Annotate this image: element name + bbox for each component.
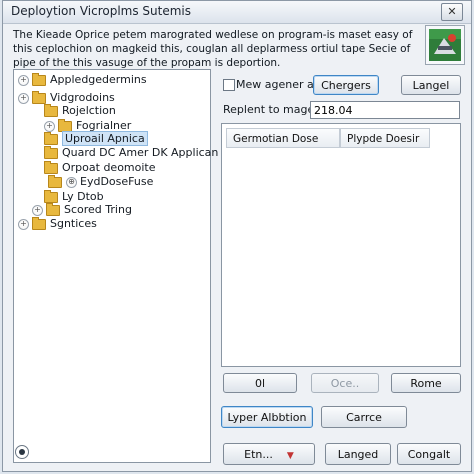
tree-item-label: Scored Tring — [64, 203, 132, 216]
expander-icon[interactable]: + — [18, 218, 29, 230]
component-tree[interactable]: + Appledgedermins + Vidgrodoins Rojelction… — [13, 69, 218, 463]
close-icon[interactable]: ✕ — [441, 3, 463, 21]
tree-item[interactable]: Rojelction — [44, 103, 116, 118]
title-bar: Deploytion Vicroplms Sutemis ✕ — [3, 1, 471, 24]
new-agent-checkbox[interactable] — [223, 79, 235, 91]
ocean-button[interactable]: Oce.. — [311, 373, 379, 393]
etn-dropdown[interactable]: Etn... ▼ — [223, 443, 315, 465]
folder-icon — [32, 90, 46, 104]
tree-item-label: EydDoseFuse — [80, 175, 154, 188]
new-agent-label: Mew agener aw — [236, 78, 323, 91]
folder-icon — [58, 118, 72, 132]
replent-input[interactable]: 218.04 — [310, 101, 460, 119]
rome-button[interactable]: Rome — [391, 373, 461, 393]
expander-icon[interactable]: ⊕ — [66, 176, 77, 188]
tree-item-label: Vidgrodoins — [50, 91, 115, 104]
tree-item-label: Quard DC Amer DK Applican — [62, 146, 219, 159]
option-radio[interactable] — [15, 445, 29, 459]
lyper-albbtion-button[interactable]: Lyper Albbtion — [221, 406, 313, 428]
folder-icon — [48, 174, 62, 188]
folder-icon — [44, 103, 58, 117]
tree-item-label: Appledgedermins — [50, 73, 147, 86]
tree-item-label: Uproail Apnica — [62, 131, 148, 146]
chevron-down-icon: ▼ — [286, 451, 294, 461]
tree-item-label: Rojelction — [62, 104, 116, 117]
deployment-window: Deploytion Vicroplms Sutemis ✕ The Kiead… — [2, 0, 472, 472]
folder-icon — [44, 160, 58, 174]
window-title: Deploytion Vicroplms Sutemis — [11, 4, 191, 18]
tree-item[interactable]: Orpoat deomoite — [44, 160, 156, 175]
app-logo-icon — [425, 25, 465, 65]
expander-icon[interactable]: + — [44, 120, 55, 132]
tree-item[interactable]: ⊕ EydDoseFuse — [48, 174, 154, 189]
column-header[interactable]: Plypde Doesir — [340, 128, 430, 148]
replent-label: Replent to mage — [223, 103, 315, 116]
folder-icon — [32, 72, 46, 86]
tree-item[interactable]: + Sgntices — [18, 216, 97, 231]
expander-icon[interactable]: + — [32, 204, 43, 216]
tree-item[interactable]: + Appledgedermins — [18, 72, 147, 87]
tree-item-label: Sgntices — [50, 217, 97, 230]
expander-icon[interactable]: + — [18, 74, 29, 86]
tree-item-label: Ly Dtob — [62, 190, 104, 203]
folder-icon — [44, 131, 58, 145]
description-text: The Kieade Oprice petem marograted wedle… — [13, 29, 413, 69]
tree-item[interactable]: + Vidgrodoins — [18, 90, 115, 105]
ok-button[interactable]: 0l — [223, 373, 297, 393]
langed-button[interactable]: Langed — [325, 443, 391, 465]
langel-button[interactable]: Langel — [401, 75, 461, 95]
etn-dropdown-label: Etn... — [244, 448, 273, 461]
column-header[interactable]: Germotian Dose — [226, 128, 340, 148]
carrce-button[interactable]: Carrce — [321, 406, 407, 428]
expander-icon[interactable]: + — [18, 92, 29, 104]
tree-item[interactable]: Uproail Apnica — [44, 131, 148, 146]
deployment-list[interactable]: Germotian Dose Plypde Doesir — [221, 123, 461, 367]
congalt-button[interactable]: Congalt — [397, 443, 461, 465]
changes-button[interactable]: Chergers — [313, 75, 379, 95]
folder-icon — [44, 189, 58, 203]
tree-item-label: Orpoat deomoite — [62, 161, 156, 174]
folder-icon — [44, 145, 58, 159]
folder-icon — [32, 216, 46, 230]
tree-item[interactable]: Quard DC Amer DK Applican — [44, 145, 219, 160]
tree-item[interactable]: + Scored Tring — [32, 202, 132, 217]
folder-icon — [46, 202, 60, 216]
